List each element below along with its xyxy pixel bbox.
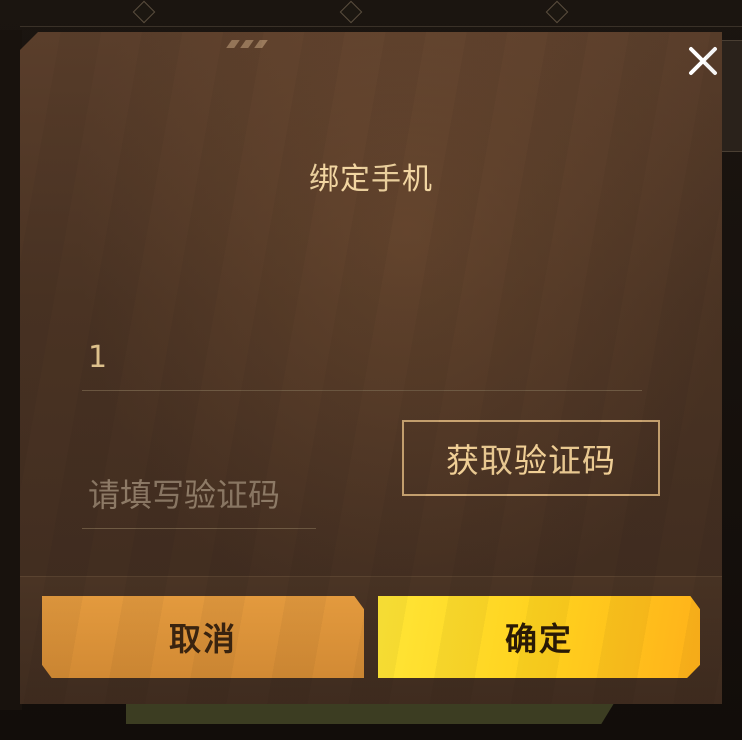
phone-input[interactable] <box>86 334 630 380</box>
decorative-stripes-icon <box>225 40 273 48</box>
bind-phone-dialog: 绑定手机 获取验证码 取消 确定 <box>20 32 722 704</box>
cancel-button[interactable]: 取消 <box>42 596 364 678</box>
verification-code-input[interactable] <box>86 472 316 518</box>
dialog-title: 绑定手机 <box>309 162 433 197</box>
confirm-button[interactable]: 确定 <box>378 596 700 678</box>
phone-field <box>82 322 642 391</box>
background-left-edge <box>0 30 22 710</box>
code-field <box>82 460 316 529</box>
background-top-bar <box>20 0 742 27</box>
close-icon[interactable] <box>686 44 720 78</box>
get-code-button[interactable]: 获取验证码 <box>402 420 660 496</box>
